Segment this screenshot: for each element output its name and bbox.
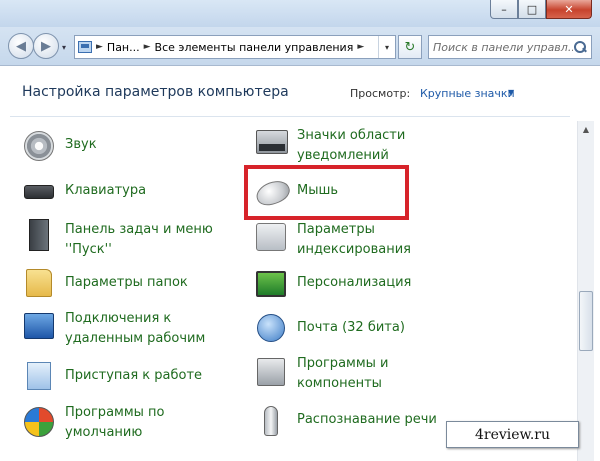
item-keyboard[interactable]: Клавиатура <box>24 177 225 201</box>
programs-features-icon <box>257 358 285 386</box>
item-label: Панель задач и меню ''Пуск'' <box>65 222 213 257</box>
item-label: Звук <box>65 137 97 152</box>
recent-pages-dropdown[interactable]: ▾ <box>62 43 66 52</box>
close-button[interactable]: ✕ <box>546 0 592 19</box>
item-label: Программы и компоненты <box>297 356 389 391</box>
getting-started-icon <box>27 362 51 390</box>
item-taskbar[interactable]: Панель задач и меню ''Пуск'' <box>24 219 225 260</box>
forward-button[interactable]: ▶ <box>33 33 59 59</box>
search-placeholder: Поиск в панели управл... <box>433 40 573 54</box>
control-panel-content: Настройка параметров компьютера Просмотр… <box>0 65 600 461</box>
address-dropdown-button[interactable]: ▾ <box>378 36 395 58</box>
microphone-icon <box>264 406 278 436</box>
indexing-icon <box>256 223 286 251</box>
item-label: Параметры папок <box>65 275 188 290</box>
scroll-up-button[interactable]: ▲ <box>578 121 594 137</box>
item-programs-features[interactable]: Программы и компоненты <box>256 354 457 394</box>
item-label: Клавиатура <box>65 183 147 198</box>
refresh-button[interactable]: ↻ <box>398 35 422 59</box>
item-getting-started[interactable]: Приступая к работе <box>24 362 225 390</box>
item-notification-icons[interactable]: Значки области уведомлений <box>256 126 457 166</box>
view-by-dropdown[interactable]: Крупные значки <box>420 87 515 100</box>
item-speech-recognition[interactable]: Распознавание речи <box>256 406 457 436</box>
item-label: Программы по умолчанию <box>65 405 165 440</box>
personalization-icon <box>256 271 286 297</box>
folder-icon <box>26 269 52 297</box>
minimize-button[interactable]: – <box>490 0 518 19</box>
breadcrumb-separator[interactable]: ► <box>357 42 364 52</box>
search-input[interactable]: Поиск в панели управл... <box>428 35 592 59</box>
highlight-frame <box>244 165 409 220</box>
breadcrumb-separator[interactable]: ► <box>96 42 103 52</box>
back-button[interactable]: ◀ <box>8 33 34 59</box>
taskbar-icon <box>29 219 49 251</box>
content-header: Настройка параметров компьютера Просмотр… <box>0 66 600 118</box>
item-remote-connections[interactable]: Подключения к удаленным рабочим <box>24 309 225 349</box>
notification-tray-icon <box>256 130 288 154</box>
item-label: Значки области уведомлений <box>297 128 406 163</box>
item-default-programs[interactable]: Программы по умолчанию <box>24 403 225 443</box>
breadcrumb-separator[interactable]: ► <box>144 42 151 52</box>
view-by-label: Просмотр: <box>350 87 411 100</box>
default-programs-icon <box>24 407 54 437</box>
page-title: Настройка параметров компьютера <box>22 84 289 100</box>
item-label: Приступая к работе <box>65 368 203 383</box>
item-mail[interactable]: Почта (32 бита) <box>256 314 457 342</box>
chevron-down-icon[interactable]: ▼ <box>508 88 514 97</box>
navigation-bar: ◀ ▶ ▾ ► Пан... ► Все элементы панели упр… <box>0 27 600 65</box>
scroll-thumb[interactable] <box>579 291 593 351</box>
speaker-icon <box>24 131 54 161</box>
item-personalization[interactable]: Персонализация <box>256 269 457 297</box>
mail-icon <box>257 314 285 342</box>
title-bar: – □ ✕ <box>0 0 600 27</box>
watermark: 4review.ru <box>446 421 579 448</box>
address-field[interactable]: ► Пан... ► Все элементы панели управлени… <box>74 35 396 59</box>
item-indexing-options[interactable]: Параметры индексирования <box>256 219 457 260</box>
maximize-button[interactable]: □ <box>518 0 546 19</box>
breadcrumb-control-panel[interactable]: Пан... <box>107 41 140 54</box>
item-folder-options[interactable]: Параметры папок <box>24 269 225 297</box>
vertical-scrollbar[interactable]: ▲ <box>577 121 594 461</box>
item-label: Персонализация <box>297 275 412 290</box>
search-icon[interactable] <box>573 40 587 54</box>
item-label: Параметры индексирования <box>297 222 411 257</box>
item-label: Подключения к удаленным рабочим <box>65 311 206 346</box>
header-divider <box>10 116 570 117</box>
keyboard-icon <box>24 185 54 199</box>
remote-desktop-icon <box>24 313 54 339</box>
item-label: Почта (32 бита) <box>297 320 405 335</box>
window-controls: – □ ✕ <box>490 0 592 19</box>
control-panel-icon <box>78 41 92 53</box>
item-label: Распознавание речи <box>297 412 437 427</box>
breadcrumb-all-items[interactable]: Все элементы панели управления <box>155 41 354 54</box>
item-sound[interactable]: Звук <box>24 131 225 161</box>
